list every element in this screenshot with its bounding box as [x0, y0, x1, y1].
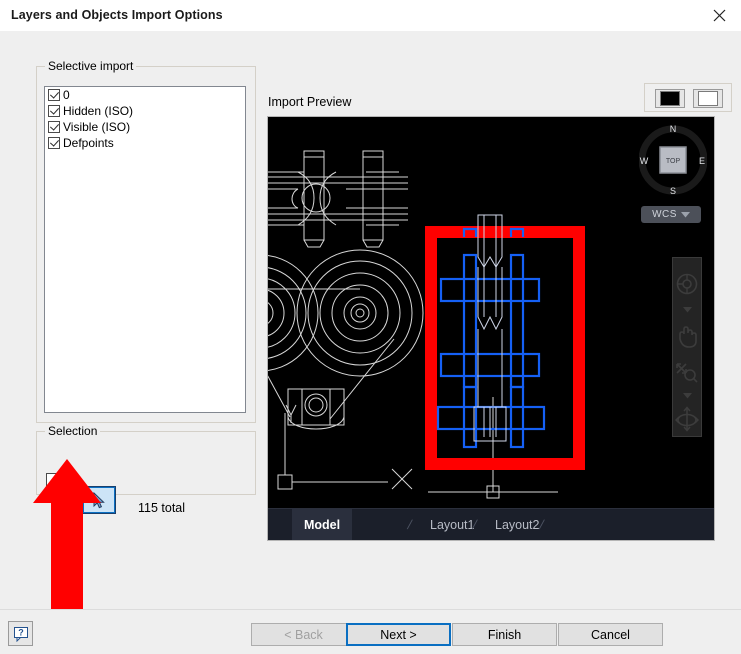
- pick-objects-button[interactable]: [82, 486, 116, 514]
- zoom-dropdown-icon[interactable]: [673, 390, 701, 402]
- layer-label: Visible (ISO): [63, 119, 131, 134]
- layout-tab-bar[interactable]: Model / Layout1 / Layout2 /: [268, 508, 714, 540]
- close-icon: [713, 9, 725, 22]
- black-swatch-icon: [660, 91, 680, 106]
- orbit-icon[interactable]: [673, 402, 701, 436]
- black-background-button[interactable]: [655, 89, 685, 108]
- tab-layout1[interactable]: Layout1: [418, 509, 486, 540]
- layer-checkbox[interactable]: [48, 89, 60, 101]
- viewcube-south-label: S: [670, 186, 676, 196]
- background-color-toggle-group: [644, 83, 732, 112]
- zoom-icon[interactable]: [673, 356, 701, 390]
- select-all-checkbox[interactable]: All: [46, 472, 76, 486]
- layer-checkbox[interactable]: [48, 105, 60, 117]
- steering-wheel-icon[interactable]: [673, 264, 701, 304]
- import-preview-label: Import Preview: [268, 95, 352, 109]
- navigation-bar[interactable]: [672, 257, 702, 437]
- list-item[interactable]: Defpoints: [45, 135, 245, 151]
- layer-list[interactable]: 0 Hidden (ISO) Visible (ISO) Defpoints: [44, 86, 246, 413]
- viewcube-east-label: E: [699, 156, 705, 166]
- title-bar: Layers and Objects Import Options: [0, 0, 741, 31]
- tab-layout2[interactable]: Layout2: [483, 509, 551, 540]
- dialog-body: Selective import 0 Hidden (ISO) Visible …: [0, 31, 741, 639]
- viewcube-west-label: W: [640, 156, 649, 166]
- finish-button[interactable]: Finish: [452, 623, 557, 646]
- layer-checkbox[interactable]: [48, 137, 60, 149]
- tab-separator: /: [405, 517, 414, 532]
- select-all-label: All: [63, 472, 77, 486]
- chevron-down-icon: [680, 211, 690, 217]
- all-checkbox-box[interactable]: [46, 472, 59, 486]
- layer-label: Hidden (ISO): [63, 103, 134, 118]
- viewcube-top-label: TOP: [666, 158, 681, 165]
- selective-import-legend: Selective import: [45, 59, 137, 73]
- list-item[interactable]: Hidden (ISO): [45, 103, 245, 119]
- viewcube[interactable]: TOP N E S W: [639, 122, 707, 198]
- list-item[interactable]: Visible (ISO): [45, 119, 245, 135]
- help-question-icon: ?: [13, 626, 28, 642]
- total-count-label: 115 total: [138, 501, 186, 515]
- help-button[interactable]: ?: [8, 621, 33, 646]
- next-button[interactable]: Next >: [346, 623, 451, 646]
- pan-hand-icon[interactable]: [673, 320, 701, 354]
- window-title: Layers and Objects Import Options: [11, 8, 223, 22]
- list-item[interactable]: 0: [45, 87, 245, 103]
- import-preview-panel[interactable]: TOP N E S W WCS Model / Layout1 / Layout…: [267, 116, 715, 541]
- viewcube-north-label: N: [670, 124, 677, 134]
- selection-legend: Selection: [45, 424, 101, 438]
- layer-label: Defpoints: [63, 135, 114, 150]
- steering-wheel-dropdown-icon[interactable]: [673, 304, 701, 316]
- layer-label: 0: [63, 87, 70, 102]
- cad-canvas[interactable]: TOP N E S W WCS: [268, 117, 714, 509]
- close-button[interactable]: [697, 0, 741, 31]
- ucs-selector[interactable]: WCS: [641, 206, 701, 223]
- white-swatch-icon: [698, 91, 718, 106]
- cancel-button[interactable]: Cancel: [558, 623, 663, 646]
- pointer-cursor-icon: [93, 491, 105, 508]
- white-background-button[interactable]: [693, 89, 723, 108]
- svg-text:?: ?: [18, 627, 24, 637]
- back-button[interactable]: < Back: [251, 623, 356, 646]
- ucs-label: WCS: [652, 209, 677, 220]
- layer-checkbox[interactable]: [48, 121, 60, 133]
- tab-model[interactable]: Model: [292, 509, 353, 540]
